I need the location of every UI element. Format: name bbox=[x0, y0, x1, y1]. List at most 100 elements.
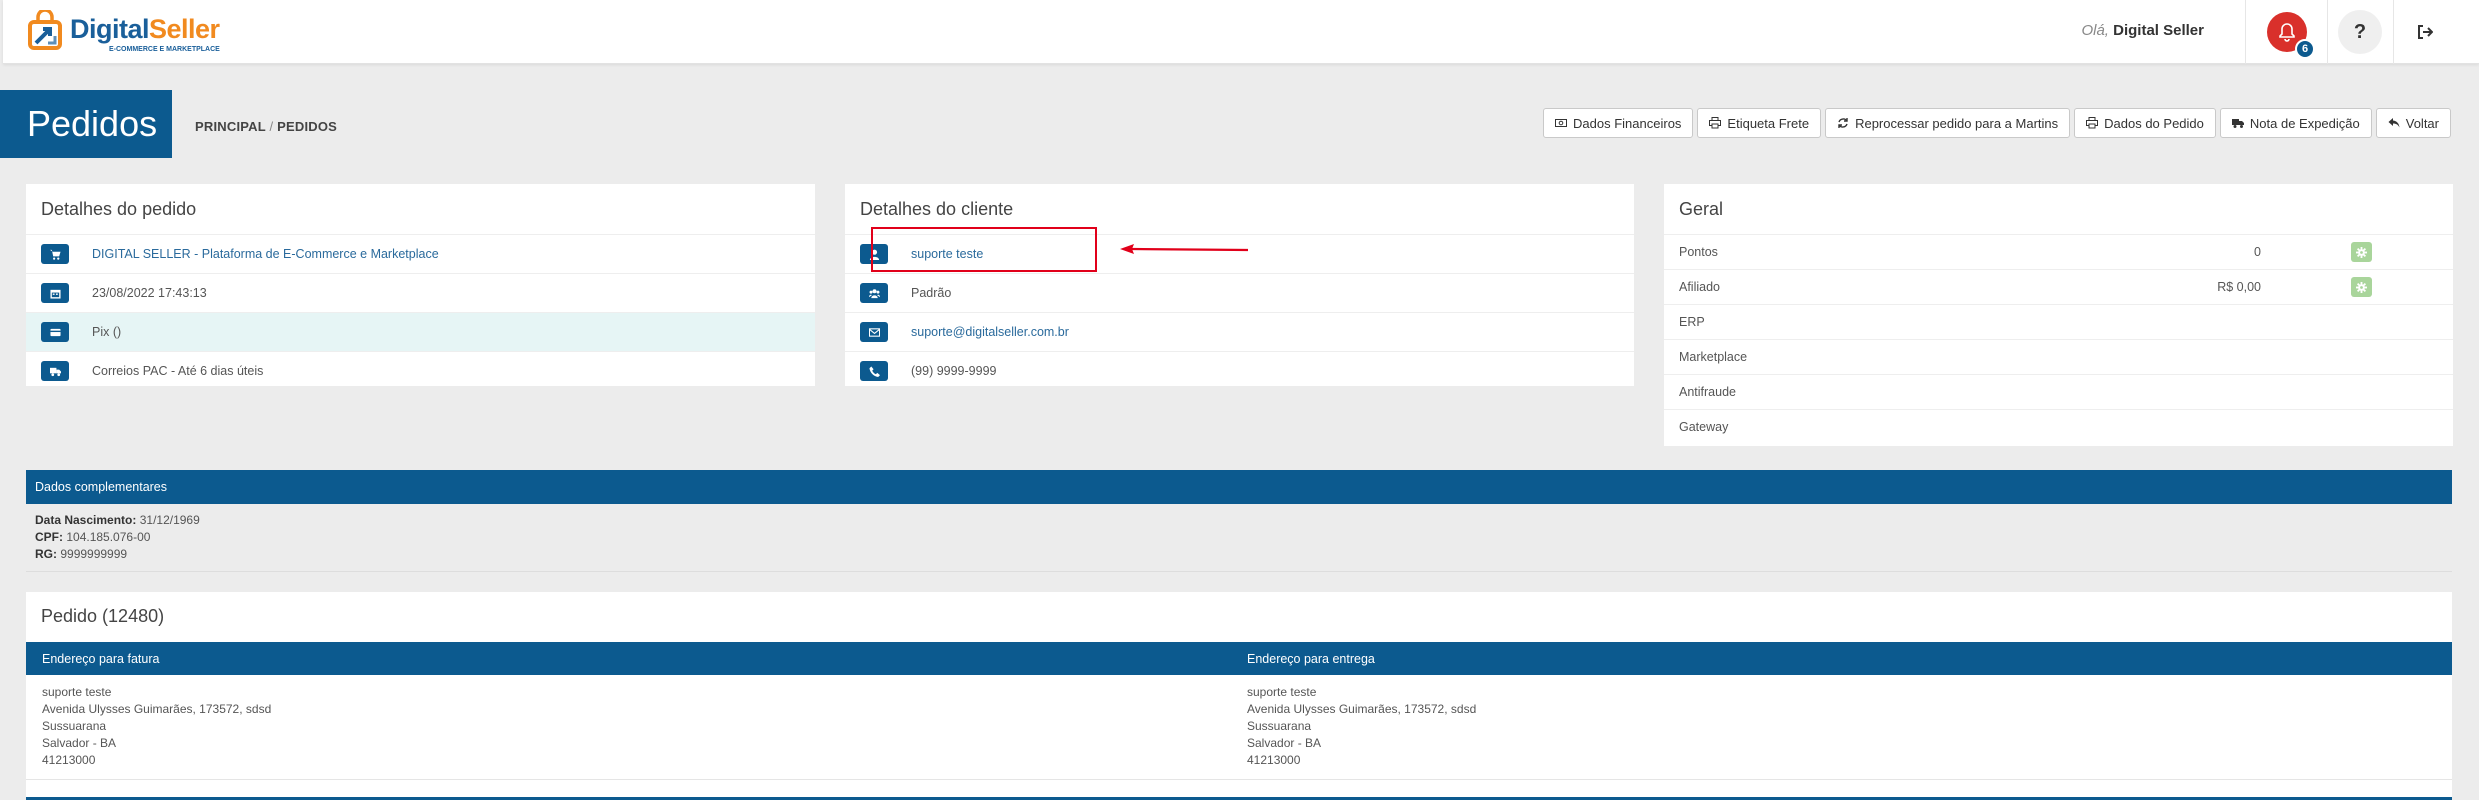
truck-icon bbox=[2231, 119, 2244, 128]
general-label: Afiliado bbox=[1679, 280, 1720, 294]
general-row-gateway: Gateway bbox=[1664, 409, 2453, 444]
nota-de-expedicao-button[interactable]: Nota de Expedição bbox=[2219, 108, 2372, 138]
order-panel: Pedido (12480) Endereço para fatura Ende… bbox=[26, 592, 2452, 800]
header-divider bbox=[2327, 0, 2328, 64]
breadcrumb-separator: / bbox=[269, 119, 274, 134]
client-phone-row: (99) 9999-9999 bbox=[845, 351, 1634, 390]
annotation-arrow-icon bbox=[1120, 244, 1249, 254]
general-title: Geral bbox=[1679, 199, 1724, 219]
billing-district: Sussuarana bbox=[42, 719, 107, 733]
birth-value: 31/12/1969 bbox=[139, 513, 200, 527]
header-divider bbox=[2245, 0, 2246, 64]
order-shipping-method: Correios PAC - Até 6 dias úteis bbox=[92, 364, 264, 378]
order-date: 23/08/2022 17:43:13 bbox=[92, 286, 207, 300]
address-header: Endereço para fatura Endereço para entre… bbox=[26, 642, 2452, 675]
general-label: Gateway bbox=[1679, 420, 1729, 434]
general-label: Pontos bbox=[1679, 245, 1718, 259]
billing-zip: 41213000 bbox=[42, 753, 96, 767]
logo-wordmark: DigitalSeller bbox=[70, 14, 220, 44]
order-store-row: DIGITAL SELLER - Plataforma de E-Commerc… bbox=[26, 234, 815, 273]
bell-icon bbox=[2279, 23, 2295, 42]
breadcrumb-pedidos: PEDIDOS bbox=[277, 119, 338, 134]
gear-icon[interactable] bbox=[2351, 242, 2372, 262]
general-value: 0 bbox=[2254, 245, 2261, 259]
general-label: Antifraude bbox=[1679, 385, 1736, 399]
refresh-icon bbox=[1838, 118, 1848, 128]
voltar-button[interactable]: Voltar bbox=[2375, 108, 2451, 138]
general-row-antifraude: Antifraude bbox=[1664, 374, 2453, 409]
client-details-card: Detalhes do cliente suporte teste Padrão… bbox=[845, 184, 1634, 386]
print-icon bbox=[1709, 117, 1722, 129]
order-payment-row: Pix () bbox=[26, 312, 815, 351]
money-icon bbox=[1555, 119, 1568, 127]
general-row-afiliado: Afiliado R$ 0,00 bbox=[1664, 269, 2453, 304]
users-group-icon bbox=[860, 283, 888, 303]
credit-card-icon bbox=[41, 322, 69, 342]
billing-city: Salvador - BA bbox=[42, 736, 117, 750]
shipping-street: Avenida Ulysses Guimarães, 173572, sdsd bbox=[1247, 702, 1477, 716]
general-row-pontos: Pontos 0 bbox=[1664, 234, 2453, 269]
logout-button[interactable] bbox=[2403, 18, 2447, 46]
order-date-row: 23/08/2022 17:43:13 bbox=[26, 273, 815, 312]
cpf-value: 104.185.076-00 bbox=[66, 530, 151, 544]
help-button[interactable]: ? bbox=[2338, 10, 2382, 54]
billing-address: suporte teste Avenida Ulysses Guimarães,… bbox=[42, 684, 271, 769]
general-label: Marketplace bbox=[1679, 350, 1748, 364]
print-icon bbox=[2086, 117, 2099, 129]
shipping-name: suporte teste bbox=[1247, 685, 1317, 699]
envelope-icon bbox=[860, 322, 888, 342]
complementary-data-body: Data Nascimento: 31/12/1969 CPF: 104.185… bbox=[26, 504, 2452, 572]
general-row-erp: ERP bbox=[1664, 304, 2453, 339]
greeting-prefix: Olá, bbox=[2081, 22, 2109, 39]
cpf-label: CPF: bbox=[35, 530, 63, 544]
action-toolbar: Dados Financeiros Etiqueta Frete Reproce… bbox=[1543, 108, 2451, 138]
general-card: Geral Pontos 0 Afiliado R$ 0,00 ERP Mark… bbox=[1664, 184, 2453, 446]
order-payment: Pix () bbox=[92, 325, 122, 339]
shipping-address: suporte teste Avenida Ulysses Guimarães,… bbox=[1247, 684, 1476, 769]
client-email-link[interactable]: suporte@digitalseller.com.br bbox=[911, 325, 1069, 339]
dados-do-pedido-button[interactable]: Dados do Pedido bbox=[2074, 108, 2216, 138]
shopping-bag-logo-icon bbox=[28, 10, 62, 50]
user-name: Digital Seller bbox=[2113, 22, 2204, 39]
rg-value: 9999999999 bbox=[60, 547, 128, 561]
calendar-icon bbox=[41, 283, 69, 303]
dados-financeiros-button[interactable]: Dados Financeiros bbox=[1543, 108, 1694, 138]
reply-icon bbox=[2388, 118, 2400, 128]
general-row-marketplace: Marketplace bbox=[1664, 339, 2453, 374]
order-title: Pedido (12480) bbox=[41, 606, 165, 626]
gear-icon[interactable] bbox=[2351, 277, 2372, 297]
shipping-address-title: Endereço para entrega bbox=[1247, 651, 1375, 666]
order-store-link[interactable]: DIGITAL SELLER - Plataforma de E-Commerc… bbox=[92, 247, 439, 261]
breadcrumb: PRINCIPAL / PEDIDOS bbox=[195, 119, 337, 134]
order-details-card: Detalhes do pedido DIGITAL SELLER - Plat… bbox=[26, 184, 815, 386]
client-group: Padrão bbox=[911, 286, 952, 300]
general-label: ERP bbox=[1679, 315, 1705, 329]
birth-label: Data Nascimento: bbox=[35, 513, 137, 527]
header-divider bbox=[2393, 0, 2394, 64]
billing-street: Avenida Ulysses Guimarães, 173572, sdsd bbox=[42, 702, 272, 716]
shopping-cart-icon bbox=[41, 244, 69, 264]
reprocessar-pedido-button[interactable]: Reprocessar pedido para a Martins bbox=[1825, 108, 2071, 138]
order-shipping-row: Correios PAC - Até 6 dias úteis bbox=[26, 351, 815, 390]
billing-name: suporte teste bbox=[42, 685, 112, 699]
general-value: R$ 0,00 bbox=[2217, 280, 2261, 294]
sign-out-icon bbox=[2418, 25, 2433, 39]
shipping-district: Sussuarana bbox=[1247, 719, 1312, 733]
page-title: Pedidos bbox=[0, 90, 172, 158]
client-phone: (99) 9999-9999 bbox=[911, 364, 997, 378]
truck-icon bbox=[41, 361, 69, 381]
client-group-row: Padrão bbox=[845, 273, 1634, 312]
user-greeting: Olá, Digital Seller bbox=[2081, 22, 2204, 39]
order-details-title: Detalhes do pedido bbox=[41, 199, 197, 219]
complementary-data-panel: Dados complementares Data Nascimento: 31… bbox=[26, 470, 2452, 572]
digitalseller-logo[interactable]: DigitalSeller E-COMMERCE E MARKETPLACE bbox=[26, 10, 220, 56]
top-header: DigitalSeller E-COMMERCE E MARKETPLACE O… bbox=[3, 0, 2479, 64]
shipping-zip: 41213000 bbox=[1247, 753, 1301, 767]
notification-count-badge: 6 bbox=[2295, 39, 2315, 59]
breadcrumb-principal[interactable]: PRINCIPAL bbox=[195, 119, 266, 134]
shipping-city: Salvador - BA bbox=[1247, 736, 1322, 750]
etiqueta-frete-button[interactable]: Etiqueta Frete bbox=[1697, 108, 1822, 138]
client-email-row: suporte@digitalseller.com.br bbox=[845, 312, 1634, 351]
annotation-highlight-box bbox=[871, 227, 1097, 272]
billing-address-title: Endereço para fatura bbox=[42, 651, 160, 666]
